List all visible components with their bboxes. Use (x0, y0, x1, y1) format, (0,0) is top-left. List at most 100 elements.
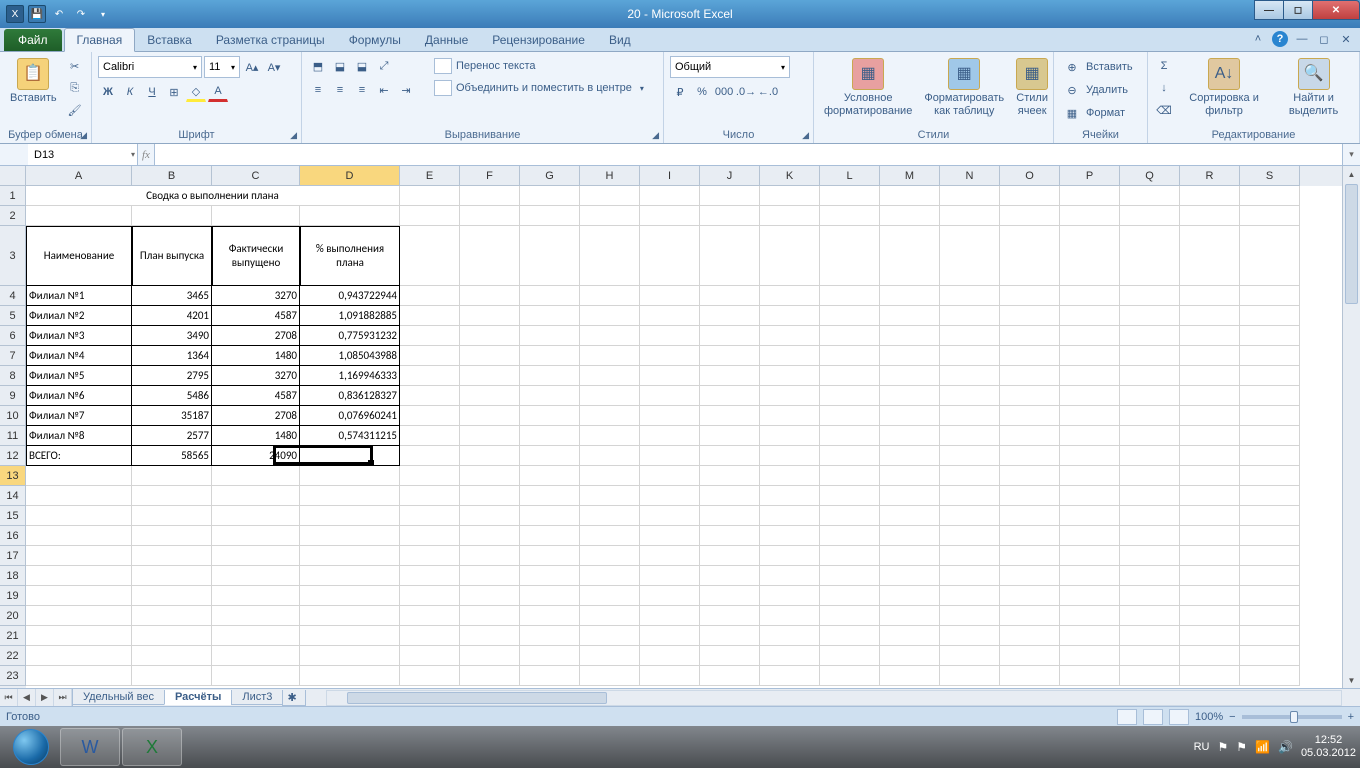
cell[interactable] (1240, 206, 1300, 226)
row-header[interactable]: 23 (0, 666, 26, 686)
cell[interactable] (1000, 346, 1060, 366)
cell[interactable] (1060, 546, 1120, 566)
cell[interactable] (1180, 306, 1240, 326)
taskbar-excel-button[interactable]: X (122, 728, 182, 766)
cell[interactable] (1240, 406, 1300, 426)
cell[interactable] (940, 646, 1000, 666)
tab-insert[interactable]: Вставка (135, 29, 204, 51)
cell[interactable]: Филиал №6 (26, 386, 132, 406)
cell[interactable]: Филиал №3 (26, 326, 132, 346)
row-header[interactable]: 10 (0, 406, 26, 426)
cell[interactable] (700, 366, 760, 386)
row-header[interactable]: 19 (0, 586, 26, 606)
cell[interactable] (1060, 626, 1120, 646)
align-right-icon[interactable]: ≡ (352, 80, 372, 100)
cell[interactable] (132, 206, 212, 226)
row-headers[interactable]: 1234567891011121314151617181920212223 (0, 186, 26, 688)
column-header[interactable]: J (700, 166, 760, 186)
cell[interactable] (1240, 186, 1300, 206)
cell[interactable] (940, 626, 1000, 646)
cell[interactable] (820, 286, 880, 306)
cell[interactable]: Филиал №4 (26, 346, 132, 366)
cell[interactable] (1180, 186, 1240, 206)
cell[interactable] (1180, 546, 1240, 566)
cell[interactable] (700, 406, 760, 426)
cell[interactable] (820, 326, 880, 346)
column-header[interactable]: M (880, 166, 940, 186)
cell[interactable] (1000, 546, 1060, 566)
cell[interactable]: План выпуска (132, 226, 212, 286)
cell[interactable] (520, 646, 580, 666)
cell[interactable] (580, 606, 640, 626)
merge-center-button[interactable]: Объединить и поместить в центре▾ (428, 78, 650, 98)
cell[interactable] (1060, 206, 1120, 226)
cell[interactable] (1180, 486, 1240, 506)
cell[interactable] (460, 546, 520, 566)
cell[interactable] (520, 666, 580, 686)
cell[interactable] (940, 426, 1000, 446)
cell[interactable] (1060, 466, 1120, 486)
cell[interactable] (640, 526, 700, 546)
start-button[interactable] (4, 728, 58, 766)
cell[interactable] (700, 226, 760, 286)
cell[interactable] (400, 426, 460, 446)
cell[interactable] (300, 566, 400, 586)
cell[interactable] (940, 446, 1000, 466)
cell[interactable] (1240, 486, 1300, 506)
cell[interactable] (700, 286, 760, 306)
cell[interactable]: 1480 (212, 346, 300, 366)
new-sheet-button[interactable]: ✱ (282, 690, 306, 706)
cell[interactable] (640, 226, 700, 286)
cell[interactable] (1120, 346, 1180, 366)
cell[interactable] (460, 286, 520, 306)
cell[interactable] (400, 226, 460, 286)
qat-more-icon[interactable]: ▾ (94, 5, 112, 23)
increase-font-icon[interactable]: A▴ (242, 57, 262, 77)
taskbar-word-button[interactable]: W (60, 728, 120, 766)
cell[interactable] (1060, 346, 1120, 366)
cell[interactable] (880, 426, 940, 446)
cell[interactable] (520, 226, 580, 286)
cell[interactable]: 3465 (132, 286, 212, 306)
row-header[interactable]: 8 (0, 366, 26, 386)
cell[interactable] (940, 186, 1000, 206)
cell[interactable] (820, 666, 880, 686)
cell[interactable] (580, 646, 640, 666)
cell[interactable] (820, 626, 880, 646)
cell[interactable] (1180, 606, 1240, 626)
cell[interactable] (1060, 406, 1120, 426)
cell[interactable] (300, 526, 400, 546)
cell[interactable] (700, 186, 760, 206)
cell[interactable] (132, 646, 212, 666)
cell[interactable] (640, 326, 700, 346)
cell[interactable] (580, 526, 640, 546)
cell[interactable] (1060, 446, 1120, 466)
row-header[interactable]: 4 (0, 286, 26, 306)
cell[interactable] (520, 206, 580, 226)
cell[interactable] (212, 566, 300, 586)
cell[interactable] (1000, 306, 1060, 326)
format-cells-button[interactable]: ▦Формат (1060, 102, 1127, 124)
clear-icon[interactable]: ⌫ (1154, 100, 1174, 120)
cell[interactable] (460, 366, 520, 386)
cell[interactable] (212, 586, 300, 606)
cell[interactable] (300, 646, 400, 666)
cell[interactable] (520, 366, 580, 386)
cell[interactable] (26, 506, 132, 526)
cell[interactable] (1120, 626, 1180, 646)
cell[interactable] (26, 666, 132, 686)
cell[interactable] (640, 606, 700, 626)
cell[interactable] (1060, 586, 1120, 606)
sheet-tab[interactable]: Лист3 (231, 690, 283, 705)
name-box[interactable]: D13▾ (28, 144, 138, 165)
cell[interactable] (1180, 626, 1240, 646)
cell[interactable] (1180, 666, 1240, 686)
cell[interactable] (1180, 646, 1240, 666)
cell[interactable] (1000, 206, 1060, 226)
sheet-tab[interactable]: Удельный вес (72, 690, 165, 705)
cell[interactable] (520, 186, 580, 206)
cell[interactable] (212, 606, 300, 626)
find-select-button[interactable]: 🔍Найти и выделить (1274, 56, 1353, 120)
cell[interactable] (26, 566, 132, 586)
cell[interactable]: 1480 (212, 426, 300, 446)
